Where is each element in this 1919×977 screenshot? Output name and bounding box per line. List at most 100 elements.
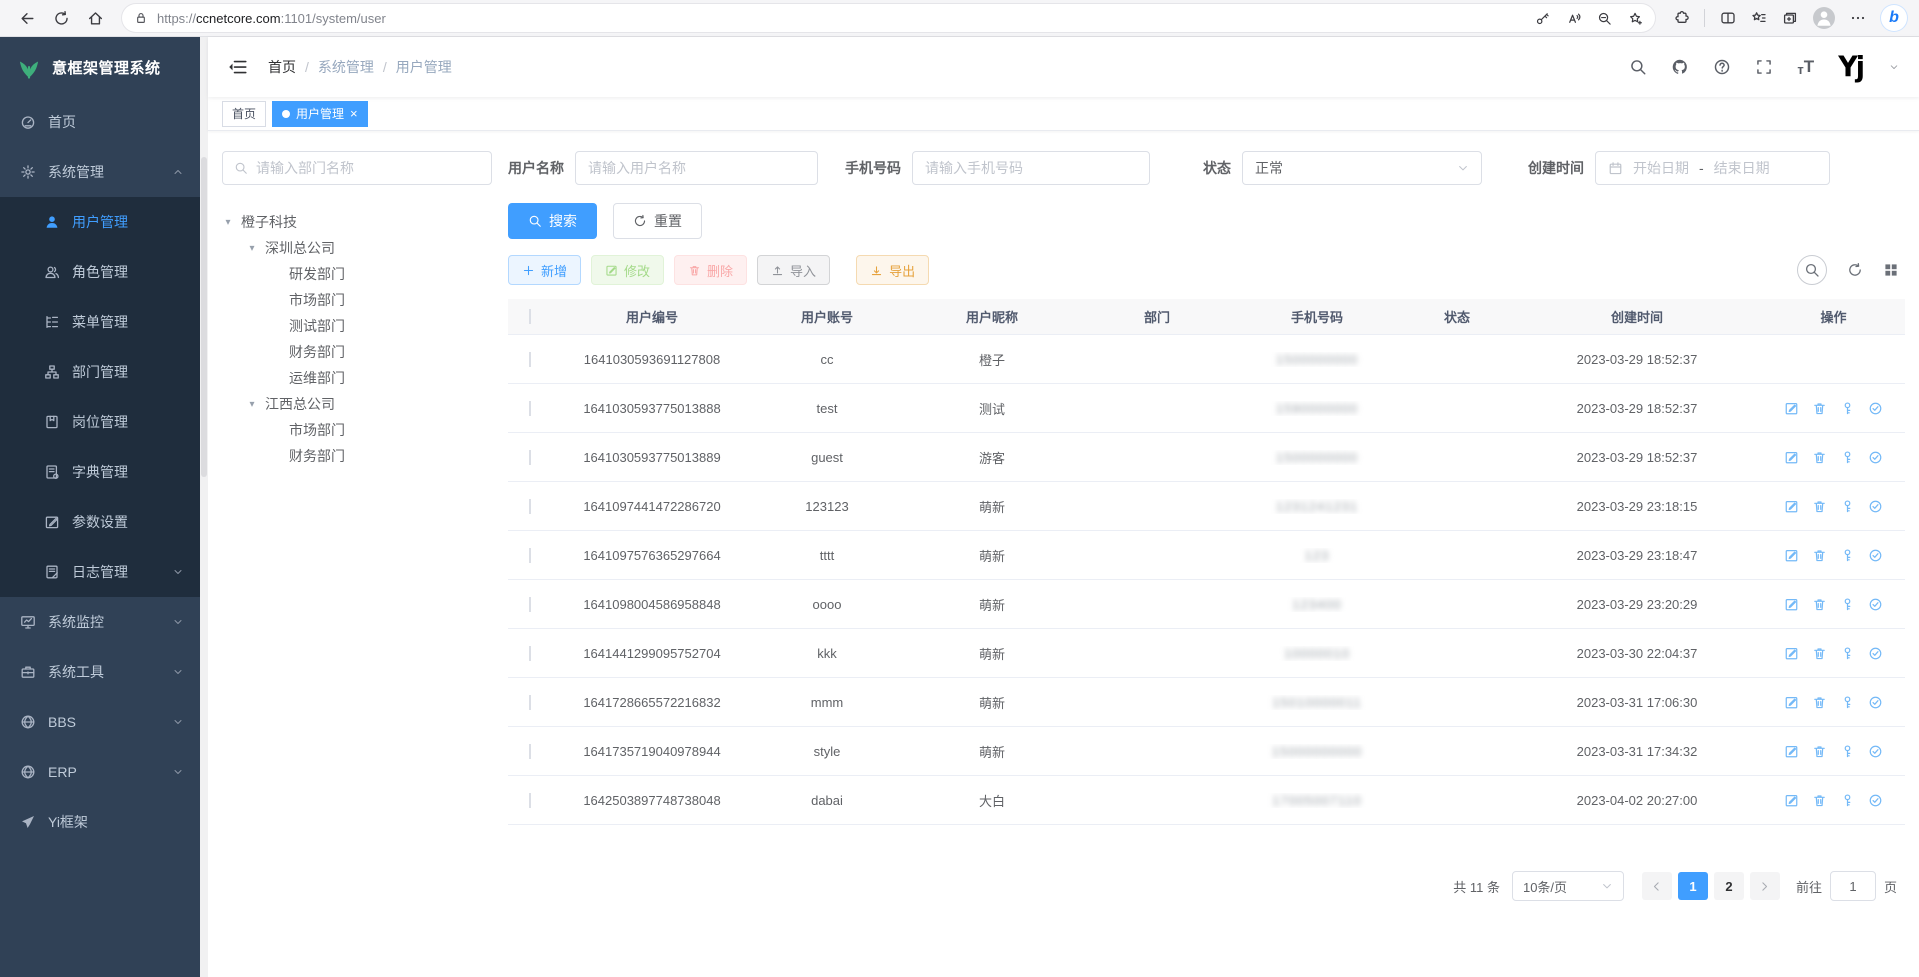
assign-role-icon[interactable]: [1868, 548, 1883, 563]
dept-search-input[interactable]: 请输入部门名称: [222, 151, 492, 185]
status-select[interactable]: 正常: [1242, 151, 1482, 185]
collections-icon[interactable]: [1782, 10, 1798, 26]
sidebar-item-dict[interactable]: 字典管理: [0, 447, 200, 497]
row-checkbox[interactable]: [529, 646, 531, 661]
tree-node-研发部门[interactable]: 研发部门: [222, 261, 492, 287]
row-checkbox[interactable]: [529, 499, 531, 514]
sidebar-item-system[interactable]: 系统管理: [0, 147, 200, 197]
search-button[interactable]: 搜索: [508, 203, 597, 239]
row-checkbox[interactable]: [529, 450, 531, 465]
phone-input[interactable]: 请输入手机号码: [912, 151, 1150, 185]
delete-icon[interactable]: [1812, 646, 1827, 661]
back-icon[interactable]: [12, 3, 42, 33]
row-checkbox[interactable]: [529, 793, 531, 808]
goto-page-input[interactable]: 1: [1830, 871, 1876, 901]
more-icon[interactable]: [1850, 10, 1866, 26]
chevron-down-icon[interactable]: [1889, 62, 1899, 72]
tree-node-橙子科技[interactable]: ▾橙子科技: [222, 209, 492, 235]
edit-icon[interactable]: [1784, 744, 1799, 759]
delete-icon[interactable]: [1812, 499, 1827, 514]
delete-icon[interactable]: [1812, 450, 1827, 465]
extensions-icon[interactable]: [1673, 10, 1689, 26]
column-settings-icon[interactable]: [1883, 262, 1899, 278]
tree-node-财务部门[interactable]: 财务部门: [222, 339, 492, 365]
tree-node-测试部门[interactable]: 测试部门: [222, 313, 492, 339]
reset-password-icon[interactable]: [1840, 646, 1855, 661]
delete-button[interactable]: 删除: [674, 255, 747, 285]
reset-password-icon[interactable]: [1840, 450, 1855, 465]
tab-首页[interactable]: 首页: [222, 101, 266, 127]
sidebar-item-monitor[interactable]: 系统监控: [0, 597, 200, 647]
sidebar-item-erp[interactable]: ERP: [0, 747, 200, 797]
page-size-select[interactable]: 10条/页: [1512, 871, 1624, 901]
split-screen-icon[interactable]: [1720, 10, 1736, 26]
edit-icon[interactable]: [1784, 499, 1799, 514]
assign-role-icon[interactable]: [1868, 597, 1883, 612]
edit-icon[interactable]: [1784, 401, 1799, 416]
refresh-table-icon[interactable]: [1847, 262, 1863, 278]
delete-icon[interactable]: [1812, 401, 1827, 416]
expand-arrow-icon[interactable]: ▾: [246, 399, 258, 410]
sidebar-item-dept[interactable]: 部门管理: [0, 347, 200, 397]
delete-icon[interactable]: [1812, 597, 1827, 612]
row-checkbox[interactable]: [529, 597, 531, 612]
fold-menu-icon[interactable]: [228, 57, 248, 77]
export-button[interactable]: 导出: [856, 255, 929, 285]
import-button[interactable]: 导入: [757, 255, 830, 285]
reset-password-icon[interactable]: [1840, 744, 1855, 759]
assign-role-icon[interactable]: [1868, 646, 1883, 661]
github-icon[interactable]: [1671, 58, 1689, 76]
reset-password-icon[interactable]: [1840, 401, 1855, 416]
sidebar-item-yiframe[interactable]: Yi框架: [0, 797, 200, 847]
sidebar-item-home[interactable]: 首页: [0, 97, 200, 147]
password-key-icon[interactable]: [1535, 11, 1550, 26]
close-icon[interactable]: ×: [350, 107, 358, 120]
toggle-search-button[interactable]: [1797, 255, 1827, 285]
font-size-icon[interactable]: тT: [1797, 57, 1814, 77]
edit-icon[interactable]: [1784, 646, 1799, 661]
delete-icon[interactable]: [1812, 695, 1827, 710]
delete-icon[interactable]: [1812, 793, 1827, 808]
expand-arrow-icon[interactable]: ▾: [222, 217, 234, 228]
read-aloud-icon[interactable]: [1566, 11, 1581, 26]
breadcrumb-home[interactable]: 首页: [268, 57, 296, 77]
row-checkbox[interactable]: [529, 548, 531, 563]
reset-password-icon[interactable]: [1840, 597, 1855, 612]
tree-node-市场部门[interactable]: 市场部门: [222, 417, 492, 443]
sidebar-item-role[interactable]: 角色管理: [0, 247, 200, 297]
help-icon[interactable]: [1713, 58, 1731, 76]
bing-chat-icon[interactable]: b: [1881, 5, 1907, 31]
tree-node-财务部门[interactable]: 财务部门: [222, 443, 492, 469]
reset-button[interactable]: 重置: [613, 203, 702, 239]
page-button-1[interactable]: 1: [1678, 872, 1708, 900]
tree-node-市场部门[interactable]: 市场部门: [222, 287, 492, 313]
address-bar[interactable]: https://ccnetcore.com:1101/system/user: [122, 4, 1655, 32]
favorites-icon[interactable]: [1751, 10, 1767, 26]
tree-node-运维部门[interactable]: 运维部门: [222, 365, 492, 391]
fullscreen-icon[interactable]: [1755, 58, 1773, 76]
profile-avatar[interactable]: [1813, 7, 1835, 29]
add-favorite-icon[interactable]: [1628, 11, 1643, 26]
sidebar-item-tool[interactable]: 系统工具: [0, 647, 200, 697]
edit-button[interactable]: 修改: [591, 255, 664, 285]
sidebar-item-log[interactable]: 日志管理: [0, 547, 200, 597]
edit-icon[interactable]: [1784, 597, 1799, 612]
sidebar-item-post[interactable]: 岗位管理: [0, 397, 200, 447]
edit-icon[interactable]: [1784, 793, 1799, 808]
delete-icon[interactable]: [1812, 548, 1827, 563]
delete-icon[interactable]: [1812, 744, 1827, 759]
reset-password-icon[interactable]: [1840, 548, 1855, 563]
tree-node-深圳总公司[interactable]: ▾深圳总公司: [222, 235, 492, 261]
assign-role-icon[interactable]: [1868, 401, 1883, 416]
sidebar-scrollbar[interactable]: [200, 37, 208, 977]
user-logo[interactable]: Yj: [1838, 51, 1863, 84]
home-icon[interactable]: [80, 3, 110, 33]
row-checkbox[interactable]: [529, 352, 531, 367]
row-checkbox[interactable]: [529, 744, 531, 759]
edit-icon[interactable]: [1784, 695, 1799, 710]
row-checkbox[interactable]: [529, 401, 531, 416]
sidebar-item-bbs[interactable]: BBS: [0, 697, 200, 747]
tree-node-江西总公司[interactable]: ▾江西总公司: [222, 391, 492, 417]
search-icon[interactable]: [1629, 58, 1647, 76]
reset-password-icon[interactable]: [1840, 499, 1855, 514]
